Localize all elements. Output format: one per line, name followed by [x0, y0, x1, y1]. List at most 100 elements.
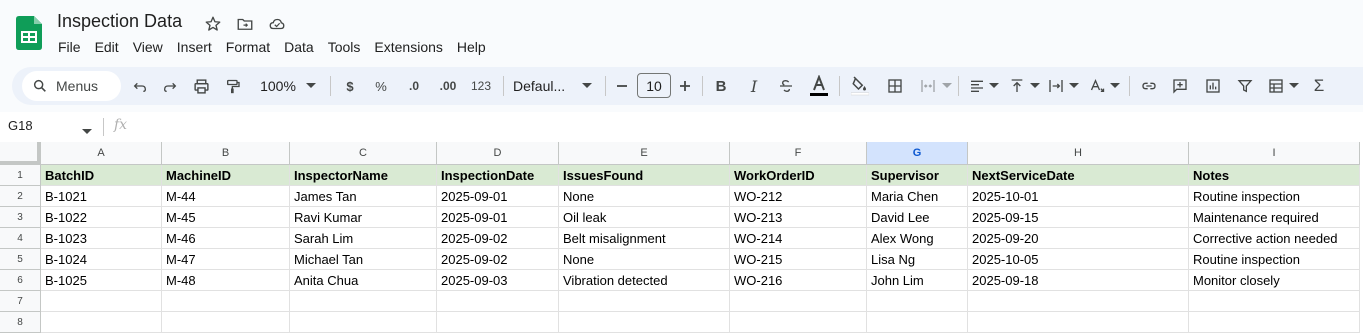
cell-h4[interactable]: 2025-09-20 — [968, 228, 1189, 249]
cell-d3[interactable]: 2025-09-01 — [437, 207, 559, 228]
column-header-b[interactable]: B — [162, 142, 290, 165]
text-color-icon[interactable] — [807, 74, 831, 98]
cell-i7[interactable] — [1189, 291, 1360, 312]
cell-i5[interactable]: Routine inspection — [1189, 249, 1360, 270]
cell-g5[interactable]: Lisa Ng — [867, 249, 968, 270]
filter-views-dropdown-icon[interactable] — [1288, 74, 1300, 98]
cell-a2[interactable]: B-1021 — [41, 186, 162, 207]
cell-b3[interactable]: M-45 — [162, 207, 290, 228]
font-dropdown-icon[interactable] — [581, 74, 593, 98]
row-header-1[interactable]: 1 — [0, 165, 41, 186]
font-family-select[interactable]: Defaul... — [513, 74, 573, 98]
currency-format-button[interactable]: $ — [343, 74, 357, 98]
name-box[interactable]: G18 — [8, 118, 33, 133]
cell-f1[interactable]: WorkOrderID — [730, 165, 867, 186]
halign-dropdown-icon[interactable] — [988, 74, 1000, 98]
redo-icon[interactable] — [160, 74, 180, 98]
row-header-2[interactable]: 2 — [0, 186, 41, 207]
select-all-corner[interactable] — [0, 142, 41, 165]
filter-icon[interactable] — [1235, 74, 1255, 98]
cell-h3[interactable]: 2025-09-15 — [968, 207, 1189, 228]
cell-a3[interactable]: B-1022 — [41, 207, 162, 228]
cell-d8[interactable] — [437, 312, 559, 333]
cell-e3[interactable]: Oil leak — [559, 207, 730, 228]
valign-dropdown-icon[interactable] — [1029, 74, 1041, 98]
cell-g4[interactable]: Alex Wong — [867, 228, 968, 249]
row-header-6[interactable]: 6 — [0, 270, 41, 291]
borders-icon[interactable] — [885, 74, 905, 98]
print-icon[interactable] — [191, 74, 211, 98]
cell-f8[interactable] — [730, 312, 867, 333]
functions-icon[interactable]: Σ — [1309, 74, 1329, 98]
paint-format-icon[interactable] — [223, 74, 243, 98]
cell-i4[interactable]: Corrective action needed — [1189, 228, 1360, 249]
cell-f6[interactable]: WO-216 — [730, 270, 867, 291]
star-icon[interactable] — [203, 14, 223, 34]
increase-font-size-icon[interactable] — [677, 74, 693, 98]
merge-dropdown-icon[interactable] — [941, 74, 953, 98]
cell-c8[interactable] — [290, 312, 437, 333]
column-header-a[interactable]: A — [41, 142, 162, 165]
move-folder-icon[interactable] — [235, 14, 255, 34]
cell-i1[interactable]: Notes — [1189, 165, 1360, 186]
rotation-dropdown-icon[interactable] — [1109, 74, 1121, 98]
cell-c5[interactable]: Michael Tan — [290, 249, 437, 270]
cell-c6[interactable]: Anita Chua — [290, 270, 437, 291]
row-header-3[interactable]: 3 — [0, 207, 41, 228]
row-header-5[interactable]: 5 — [0, 249, 41, 270]
row-header-4[interactable]: 4 — [0, 228, 41, 249]
cell-a1[interactable]: BatchID — [41, 165, 162, 186]
cell-g1[interactable]: Supervisor — [867, 165, 968, 186]
cell-g7[interactable] — [867, 291, 968, 312]
menu-format[interactable]: Format — [219, 37, 277, 57]
cell-i2[interactable]: Routine inspection — [1189, 186, 1360, 207]
bold-icon[interactable]: B — [712, 74, 730, 98]
cell-h2[interactable]: 2025-10-01 — [968, 186, 1189, 207]
undo-icon[interactable] — [130, 74, 150, 98]
menu-edit[interactable]: Edit — [88, 37, 126, 57]
cell-c4[interactable]: Sarah Lim — [290, 228, 437, 249]
number-format-button[interactable]: 123 — [469, 74, 493, 98]
cell-i3[interactable]: Maintenance required — [1189, 207, 1360, 228]
cell-b6[interactable]: M-48 — [162, 270, 290, 291]
italic-icon[interactable]: I — [745, 74, 763, 98]
zoom-dropdown-icon[interactable] — [305, 74, 317, 98]
cell-f2[interactable]: WO-212 — [730, 186, 867, 207]
document-title[interactable]: Inspection Data — [57, 11, 182, 32]
column-header-e[interactable]: E — [559, 142, 730, 165]
cell-d4[interactable]: 2025-09-02 — [437, 228, 559, 249]
menu-tools[interactable]: Tools — [321, 37, 368, 57]
name-box-dropdown-icon[interactable] — [82, 122, 92, 140]
filter-views-icon[interactable] — [1266, 74, 1286, 98]
cell-d6[interactable]: 2025-09-03 — [437, 270, 559, 291]
column-header-d[interactable]: D — [437, 142, 559, 165]
cell-h5[interactable]: 2025-10-05 — [968, 249, 1189, 270]
cell-f4[interactable]: WO-214 — [730, 228, 867, 249]
cell-a8[interactable] — [41, 312, 162, 333]
cell-a5[interactable]: B-1024 — [41, 249, 162, 270]
cell-c3[interactable]: Ravi Kumar — [290, 207, 437, 228]
cell-h6[interactable]: 2025-09-18 — [968, 270, 1189, 291]
cell-h8[interactable] — [968, 312, 1189, 333]
cell-d5[interactable]: 2025-09-02 — [437, 249, 559, 270]
row-header-8[interactable]: 8 — [0, 312, 41, 333]
cell-d7[interactable] — [437, 291, 559, 312]
zoom-value[interactable]: 100% — [258, 74, 298, 98]
cell-g3[interactable]: David Lee — [867, 207, 968, 228]
cell-e1[interactable]: IssuesFound — [559, 165, 730, 186]
menu-file[interactable]: File — [51, 37, 88, 57]
cell-a6[interactable]: B-1025 — [41, 270, 162, 291]
cell-b1[interactable]: MachineID — [162, 165, 290, 186]
spreadsheet-grid[interactable]: A B C D E F G H I 1 BatchID MachineID InspectorName I… — [0, 142, 1363, 333]
horizontal-align-icon[interactable] — [967, 74, 987, 98]
cell-e5[interactable]: None — [559, 249, 730, 270]
row-header-7[interactable]: 7 — [0, 291, 41, 312]
decrease-font-size-icon[interactable] — [614, 74, 630, 98]
cell-b2[interactable]: M-44 — [162, 186, 290, 207]
cell-e2[interactable]: None — [559, 186, 730, 207]
menu-search-input[interactable]: Menus — [22, 71, 121, 101]
menu-data[interactable]: Data — [277, 37, 321, 57]
strikethrough-icon[interactable] — [776, 74, 796, 98]
menu-view[interactable]: View — [126, 37, 170, 57]
cell-c7[interactable] — [290, 291, 437, 312]
